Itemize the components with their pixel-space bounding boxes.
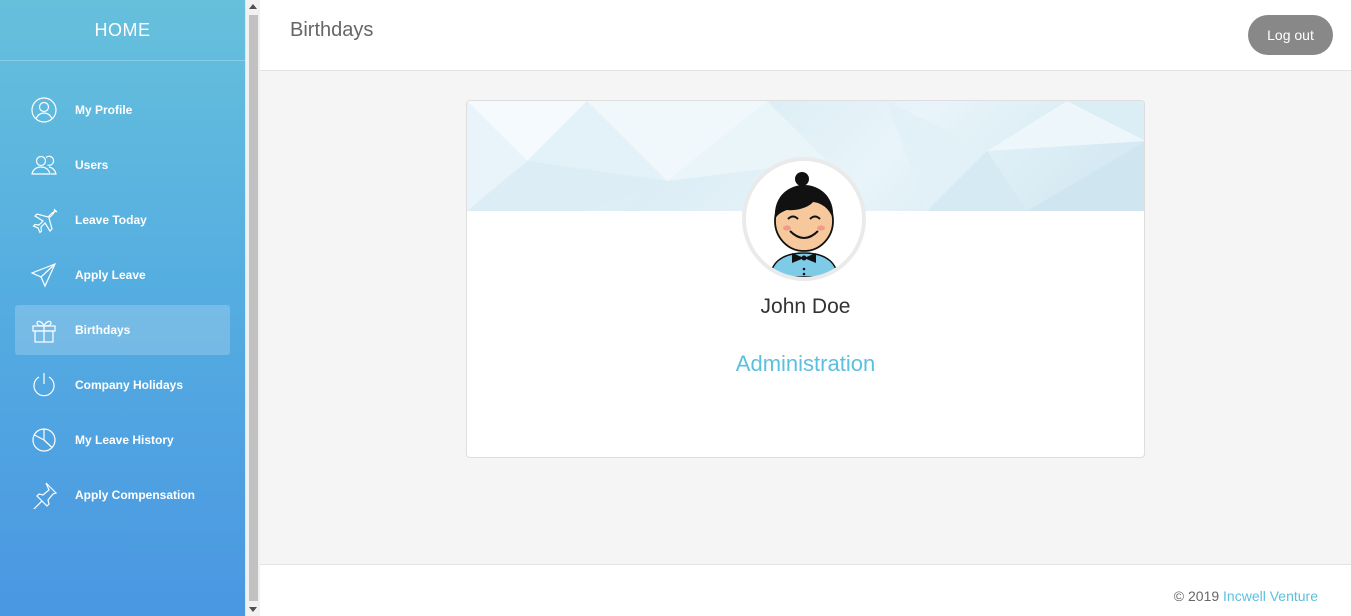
scroll-thumb[interactable] (249, 15, 258, 601)
airplane-icon (30, 206, 58, 234)
sidebar-item-my-leave-history[interactable]: My Leave History (15, 415, 230, 465)
birthday-card: John Doe Administration (466, 100, 1145, 458)
sidebar-item-apply-compensation[interactable]: Apply Compensation (15, 470, 230, 520)
scroll-up-arrow-icon[interactable] (249, 4, 257, 9)
sidebar-item-label: Apply Compensation (75, 488, 196, 502)
sidebar-item-label: My Leave History (75, 433, 174, 447)
copyright-text: © 2019 (1173, 588, 1220, 604)
sidebar-scrollbar[interactable] (245, 0, 260, 616)
power-icon (30, 371, 58, 399)
person-department: Administration (735, 351, 876, 376)
sidebar-item-label: Users (75, 158, 109, 172)
user-circle-icon (30, 96, 58, 124)
person-name: John Doe (760, 295, 851, 318)
sidebar-home-link[interactable]: HOME (0, 0, 245, 61)
sidebar-item-apply-leave[interactable]: Apply Leave (15, 250, 230, 300)
logout-button[interactable]: Log out (1248, 15, 1333, 55)
sidebar-item-label: Company Holidays (75, 378, 184, 392)
pin-icon (30, 481, 58, 509)
sidebar-item-company-holidays[interactable]: Company Holidays (15, 360, 230, 410)
sidebar-item-leave-today[interactable]: Leave Today (15, 195, 230, 245)
avatar (742, 157, 866, 281)
cartoon-avatar-icon (746, 161, 862, 277)
users-icon (30, 151, 58, 179)
paper-plane-icon (30, 261, 58, 289)
sidebar-item-label: Apply Leave (75, 268, 146, 282)
page-title: Birthdays (290, 19, 374, 41)
sidebar: HOME My Profile Users Leave Today Apply … (0, 0, 245, 616)
sidebar-item-label: My Profile (75, 103, 133, 117)
sidebar-item-label: Leave Today (75, 213, 147, 227)
footer: © 2019 Incwell Venture (260, 564, 1351, 616)
pie-chart-icon (30, 426, 58, 454)
sidebar-item-my-profile[interactable]: My Profile (15, 85, 230, 135)
scroll-down-arrow-icon[interactable] (249, 607, 257, 612)
sidebar-item-users[interactable]: Users (15, 140, 230, 190)
gift-icon (30, 316, 58, 344)
footer-copyright: © 2019 Incwell Venture (1174, 588, 1318, 604)
sidebar-item-birthdays[interactable]: Birthdays (15, 305, 230, 355)
top-header: Birthdays Log out (260, 0, 1351, 71)
sidebar-item-label: Birthdays (75, 323, 131, 337)
company-link[interactable]: Incwell Venture (1223, 588, 1318, 604)
